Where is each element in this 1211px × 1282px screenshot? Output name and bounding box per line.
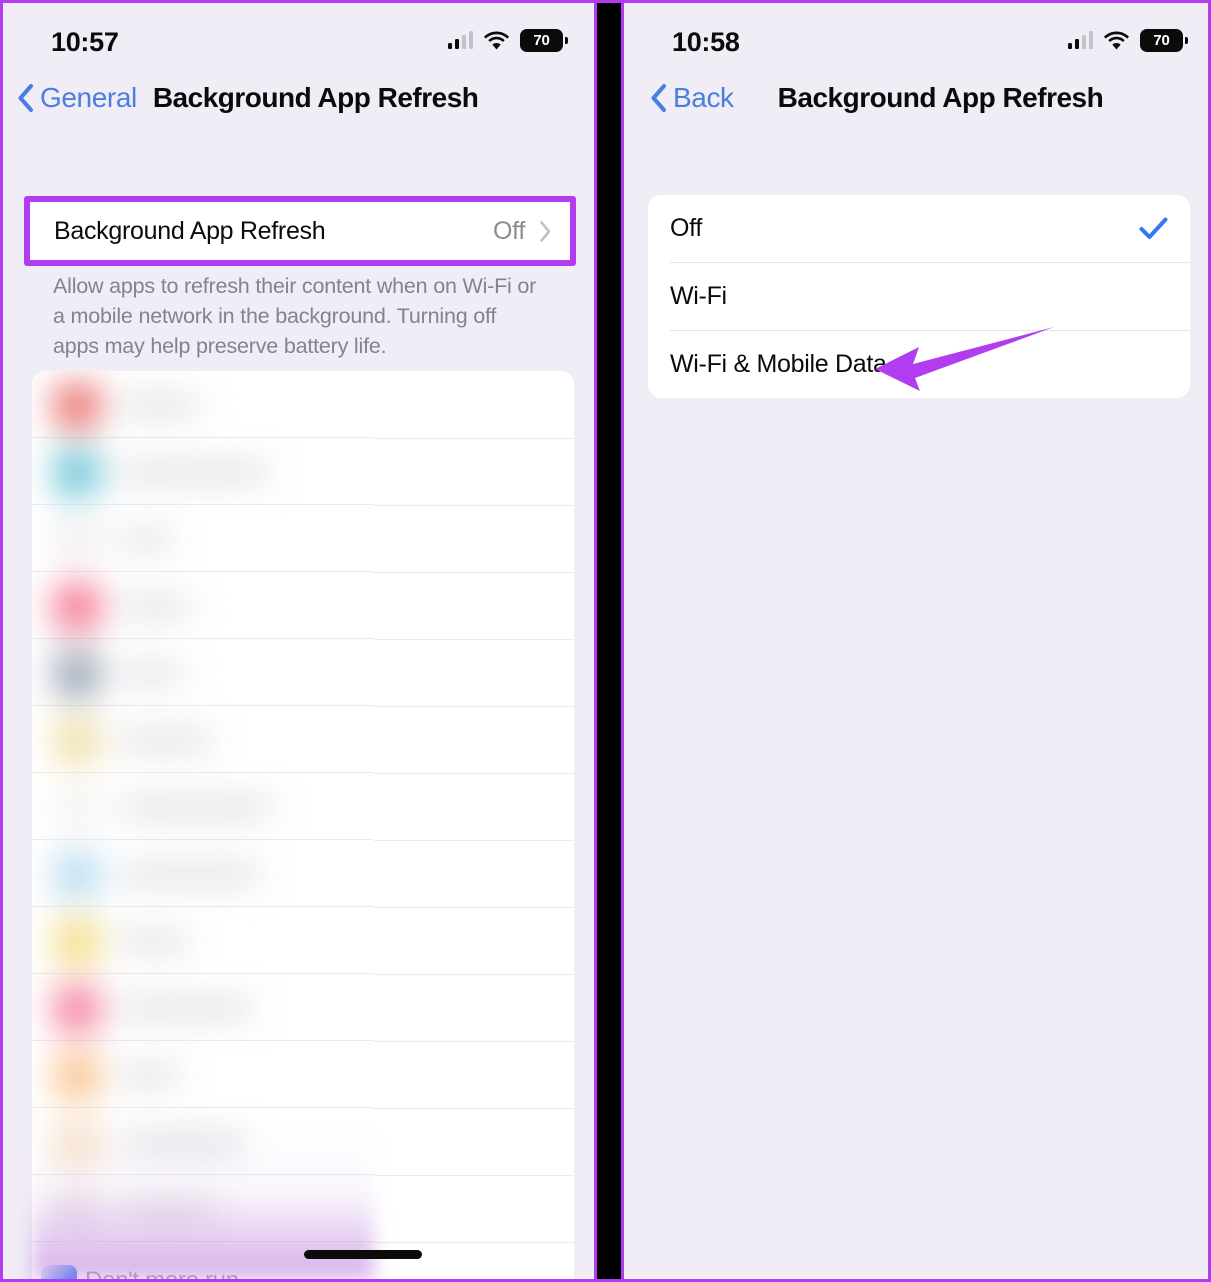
- status-indicators: 70: [1067, 27, 1188, 53]
- option-label: Wi-Fi: [670, 282, 727, 310]
- app-list-right-strip: [374, 371, 574, 1279]
- background-app-refresh-row[interactable]: Background App Refresh Off: [24, 196, 576, 266]
- left-nav-bar: General Background App Refresh: [3, 65, 591, 131]
- status-clock: 10:57: [51, 27, 119, 57]
- option-label: Off: [670, 214, 702, 242]
- back-button-label: Back: [673, 82, 734, 113]
- status-clock: 10:58: [672, 27, 740, 57]
- left-phone-screen: 10:57 70 General Background App Refresh …: [3, 3, 591, 1279]
- wifi-icon: [1104, 31, 1129, 49]
- battery-percent-label: 70: [533, 31, 550, 49]
- page-title: Background App Refresh: [777, 82, 1104, 113]
- back-button-label: General: [40, 82, 137, 113]
- chevron-left-icon: [18, 84, 33, 112]
- option-row-wifi[interactable]: Wi-Fi: [648, 263, 1190, 330]
- wifi-icon: [484, 31, 509, 49]
- status-indicators: 70: [447, 27, 568, 53]
- background-app-refresh-label: Background App Refresh: [54, 216, 326, 245]
- home-indicator: [304, 1250, 422, 1259]
- battery-icon: 70: [1140, 28, 1188, 52]
- left-status-bar: 10:57 70: [3, 3, 591, 65]
- right-nav-bar: Back Background App Refresh: [624, 65, 1208, 131]
- back-button[interactable]: Back: [650, 82, 734, 114]
- option-label: Wi-Fi & Mobile Data: [670, 350, 887, 378]
- chevron-right-icon: [540, 220, 551, 242]
- chevron-left-icon: [651, 84, 666, 112]
- option-row-off[interactable]: Off: [648, 195, 1190, 262]
- checkmark-icon: [1139, 217, 1168, 239]
- battery-icon: 70: [520, 28, 568, 52]
- back-button-general[interactable]: General: [17, 82, 137, 114]
- page-title: Background App Refresh: [152, 82, 479, 113]
- background-app-refresh-description: Allow apps to refresh their content when…: [53, 274, 537, 358]
- background-app-refresh-value: Off: [493, 216, 525, 245]
- panel-divider: [594, 3, 624, 1279]
- option-row-wifi-and-mobile-data[interactable]: Wi-Fi & Mobile Data: [648, 331, 1190, 398]
- right-status-bar: 10:58 70: [624, 3, 1208, 65]
- cellular-bars-icon: [447, 31, 473, 49]
- cellular-bars-icon: [1067, 31, 1093, 49]
- refresh-mode-options-card: Off Wi-Fi Wi-Fi & Mobile Data: [648, 195, 1190, 398]
- battery-percent-label: 70: [1153, 31, 1170, 49]
- screenshot-figure: 10:57 70 General Background App Refresh …: [0, 0, 1211, 1282]
